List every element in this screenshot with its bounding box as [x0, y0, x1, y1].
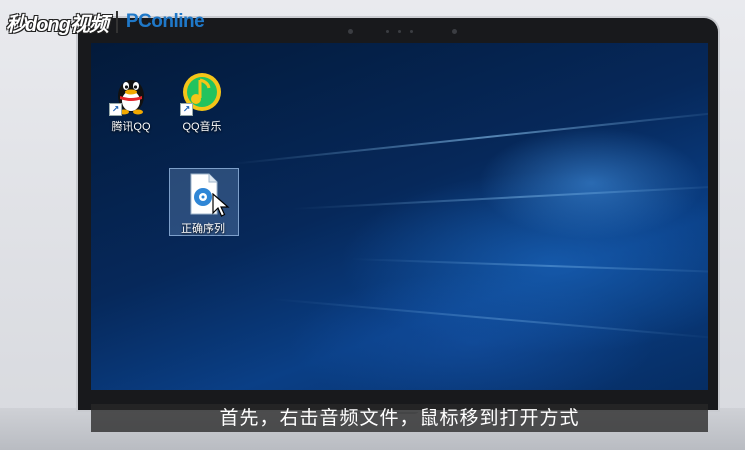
camera-lens: [410, 30, 413, 33]
desktop-icon-label: 腾讯QQ: [111, 121, 151, 133]
sensor-dot: [398, 30, 401, 33]
shortcut-arrow-icon: ↗: [180, 103, 193, 116]
sensor-dot: [386, 30, 389, 33]
video-watermark: 秒dong视频 PConline: [6, 6, 205, 38]
sensor-dot: [348, 29, 353, 34]
sensor-dot: [452, 29, 457, 34]
watermark-divider: [115, 11, 118, 33]
desktop-icon-qq[interactable]: ↗ 腾讯QQ: [97, 70, 165, 134]
wallpaper-light-ray: [290, 183, 708, 210]
desktop-icon-qq-music[interactable]: ↗ QQ音乐: [168, 70, 236, 134]
watermark-brand-left: 秒dong视频: [6, 13, 109, 36]
qq-penguin-icon: ↗: [109, 70, 151, 116]
shortcut-arrow-icon: ↗: [109, 103, 122, 116]
video-subtitle: 首先，右击音频文件，鼠标移到打开方式: [91, 404, 708, 432]
wallpaper-light-ray: [230, 108, 708, 165]
watermark-brand-right: PConline: [125, 11, 205, 32]
mouse-cursor-icon: [212, 192, 230, 224]
wallpaper-light-ray: [350, 258, 708, 274]
wallpaper-light-ray: [270, 298, 708, 341]
desktop-icon-label: QQ音乐: [182, 121, 222, 133]
qq-music-icon: ↗: [180, 70, 222, 116]
